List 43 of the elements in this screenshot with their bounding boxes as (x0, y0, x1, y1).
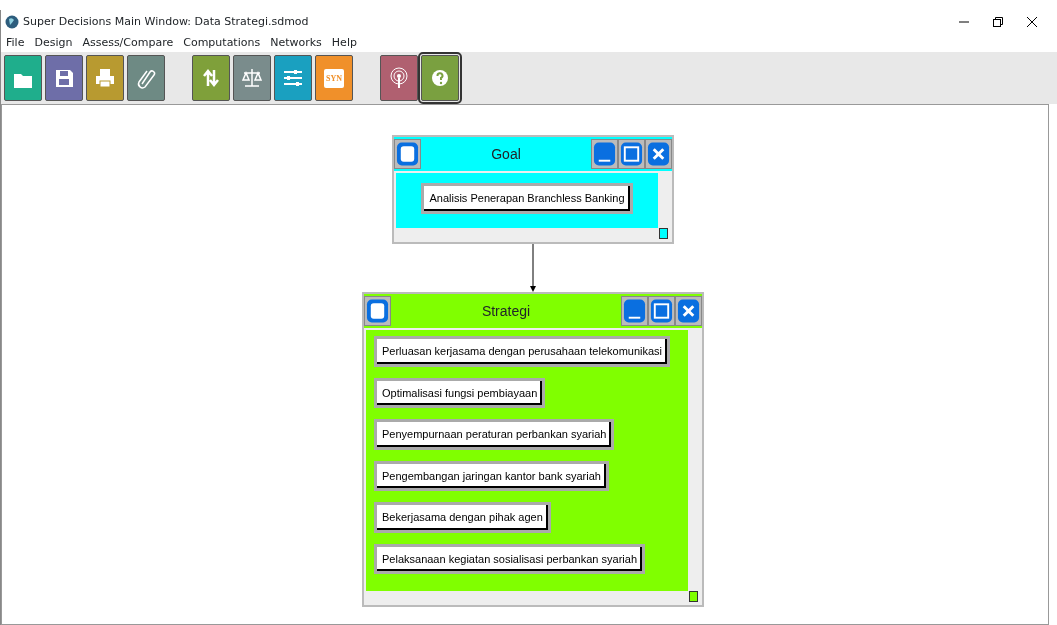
menu-item[interactable]: Assess/Compare (77, 34, 179, 52)
maximize-button[interactable] (618, 139, 645, 169)
toolbar-button[interactable] (233, 55, 271, 101)
node-button[interactable]: Pelaksanaan kegiatan sosialisasi perbankan syariah (374, 543, 645, 574)
restore-icon[interactable] (993, 17, 1003, 27)
close-icon[interactable] (1027, 17, 1037, 27)
toolbar-button[interactable] (274, 55, 312, 101)
node-button[interactable]: Optimalisasi fungsi pembiayaan (374, 377, 546, 408)
cluster-menu-button[interactable] (394, 139, 421, 169)
window-title: Super Decisions Main Window: Data Strategi.sdmod (23, 13, 309, 30)
app-logo-icon (5, 15, 19, 29)
menu-item[interactable]: Networks (265, 34, 327, 52)
printer-icon (93, 66, 117, 90)
node-button[interactable]: Bekerjasama dengan pihak agen (374, 502, 551, 533)
balance-scale-icon (240, 66, 264, 90)
cluster-title: Strategi (480, 301, 532, 321)
cluster-title: Goal (490, 144, 522, 164)
node-button[interactable]: Penyempurnaan peraturan perbankan syariah (374, 419, 615, 450)
node-button[interactable]: Analisis Penerapan Branchless Banking (421, 183, 633, 214)
node-button[interactable]: Perluasan kerjasama dengan perusahaan telekomunikasi (374, 336, 671, 367)
maximize-button[interactable] (648, 296, 675, 326)
toolbar-button[interactable] (86, 55, 124, 101)
toolbar-button[interactable] (4, 55, 42, 101)
cluster-menu-button[interactable] (364, 296, 391, 326)
node-button[interactable]: Pengembangan jaringan kantor bank syariah (374, 460, 609, 491)
minimize-button[interactable] (591, 139, 618, 169)
broadcast-icon (387, 66, 411, 90)
toolbar-button[interactable] (127, 55, 165, 101)
menu-item[interactable]: File (1, 34, 30, 52)
cluster-header[interactable]: Goal (394, 137, 672, 171)
close-button[interactable] (675, 296, 702, 326)
minimize-button[interactable] (621, 296, 648, 326)
cluster-window[interactable]: Goal Analisis Penerapan Branchless Banking (392, 135, 674, 244)
menu-item[interactable]: Computations (178, 34, 266, 52)
toolbar-button[interactable] (421, 55, 459, 101)
toolbar-button[interactable] (45, 55, 83, 101)
cluster-header[interactable]: Strategi (364, 294, 702, 328)
toolbar-button[interactable] (192, 55, 230, 101)
menu-item[interactable]: Design (29, 34, 78, 52)
toolbar-button[interactable] (380, 55, 418, 101)
close-button[interactable] (645, 139, 672, 169)
menu-item[interactable]: Help (326, 34, 362, 52)
cluster-window[interactable] (362, 292, 704, 607)
